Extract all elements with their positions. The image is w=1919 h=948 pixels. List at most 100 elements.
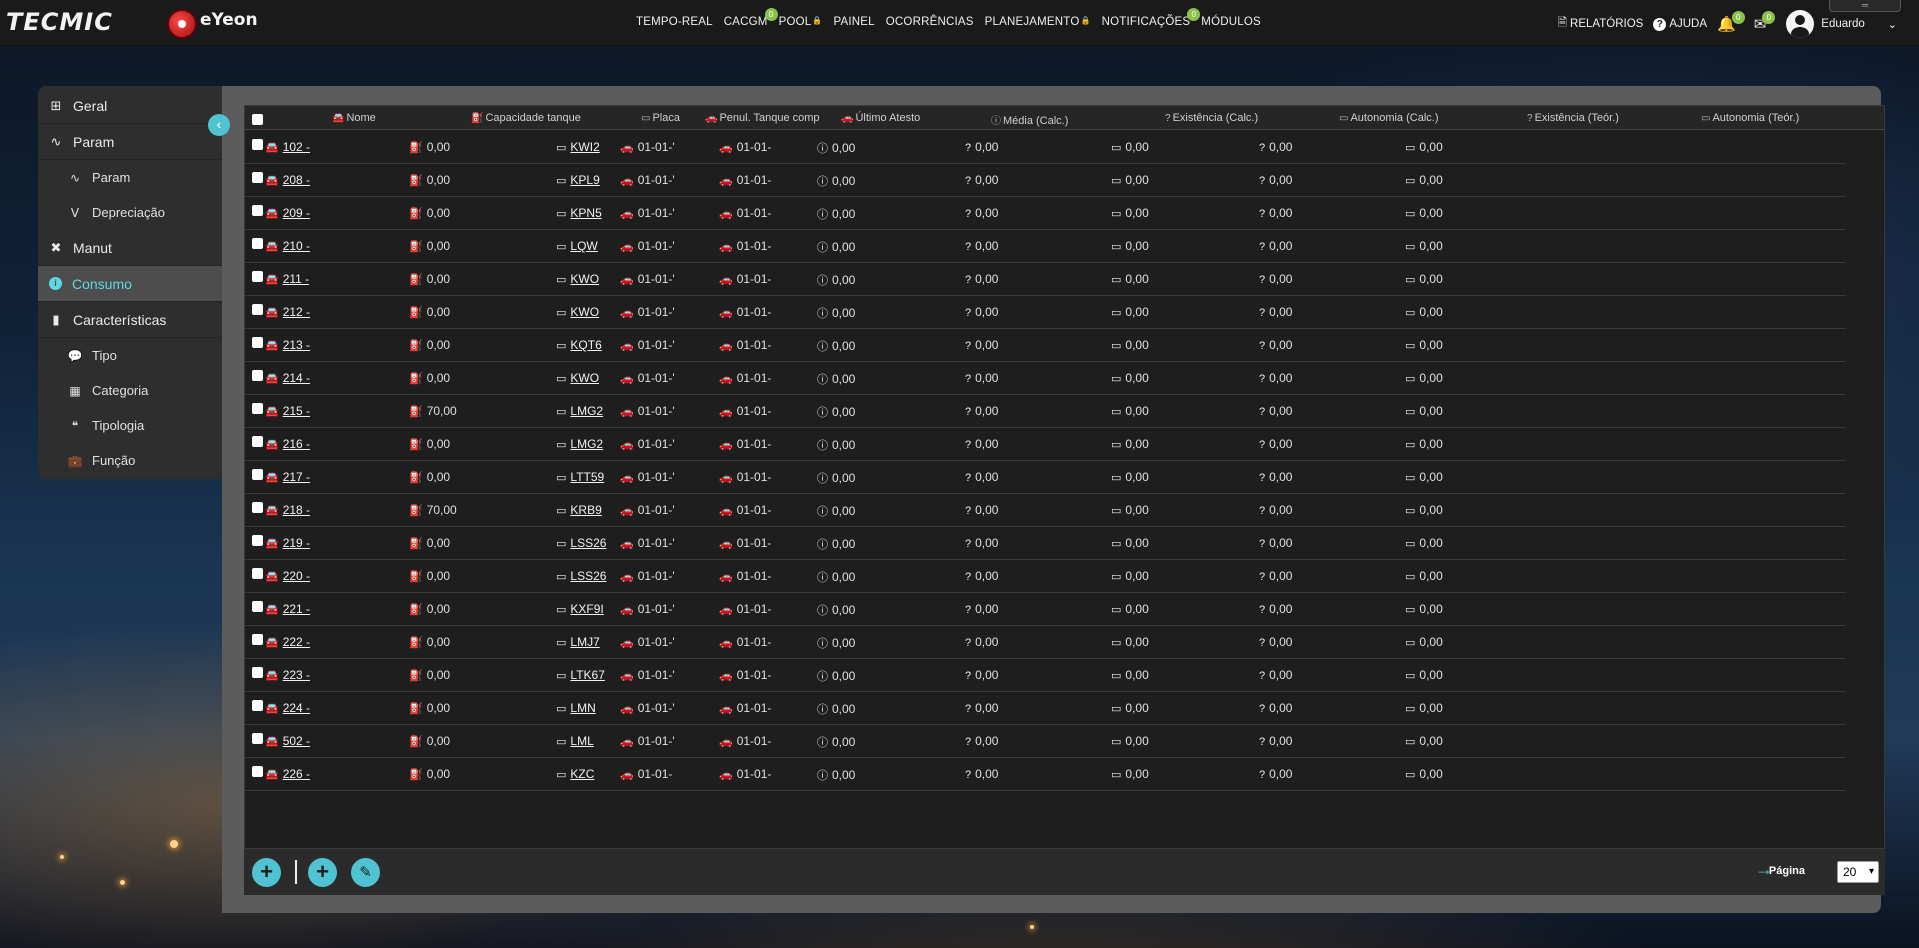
nav-notificacoes[interactable]: NOTIFICAÇÕES 0 bbox=[1102, 8, 1201, 28]
sidebar-item-caracteristicas[interactable]: ▮ Características bbox=[38, 302, 222, 338]
edit-button[interactable]: ✎ bbox=[351, 858, 380, 887]
column-header-penul[interactable]: 🚗 Penul. Tanque comp bbox=[705, 112, 820, 124]
cell-nome[interactable]: 🚘 213 - bbox=[265, 338, 310, 352]
cell-link[interactable]: 226 - bbox=[283, 767, 310, 781]
table-row[interactable]: 🚘 219 - ⛽ 0,00 ▭ LSS26 🚗 01-01-' 🚗 01-01- ⓘ 0,00? 0,… bbox=[245, 527, 1845, 560]
cell-link[interactable]: 224 - bbox=[283, 701, 310, 715]
row-checkbox[interactable] bbox=[252, 502, 263, 513]
cell-link[interactable]: LMN bbox=[570, 701, 595, 715]
cell-link[interactable]: 223 - bbox=[283, 668, 310, 682]
cell-link[interactable]: 220 - bbox=[283, 569, 310, 583]
cell-link[interactable]: KWO bbox=[570, 371, 599, 385]
cell-link[interactable]: 214 - bbox=[283, 371, 310, 385]
cell-link[interactable]: LSS26 bbox=[570, 536, 606, 550]
row-checkbox[interactable] bbox=[252, 700, 263, 711]
cell-link[interactable]: 209 - bbox=[283, 206, 310, 220]
cell-link[interactable]: KWO bbox=[570, 272, 599, 286]
sidebar-subitem-param[interactable]: ∿ Param bbox=[38, 160, 222, 195]
table-row[interactable]: 🚘 215 - ⛽ 70,00 ▭ LMG2 🚗 01-01-' 🚗 01-01- ⓘ 0,00? 0,… bbox=[245, 395, 1845, 428]
sidebar-subitem-categoria[interactable]: ▦ Categoria bbox=[38, 373, 222, 408]
table-row[interactable]: 🚘 212 - ⛽ 0,00 ▭ KWO 🚗 01-01-' 🚗 01-01- ⓘ 0,00? 0,00… bbox=[245, 296, 1845, 329]
cell-link[interactable]: LMG2 bbox=[570, 437, 603, 451]
cell-link[interactable]: KWO bbox=[570, 305, 599, 319]
table-row[interactable]: 🚘 223 - ⛽ 0,00 ▭ LTK67 🚗 01-01-' 🚗 01-01- ⓘ 0,00? 0,… bbox=[245, 659, 1845, 692]
table-row[interactable]: 🚘 208 - ⛽ 0,00 ▭ KPL9 🚗 01-01-' 🚗 01-01- ⓘ 0,00? 0,0… bbox=[245, 164, 1845, 197]
row-checkbox[interactable] bbox=[252, 172, 263, 183]
sidebar-item-geral[interactable]: ⊞ Geral bbox=[38, 88, 222, 124]
cell-nome[interactable]: 🚘 502 - bbox=[265, 734, 310, 748]
table-row[interactable]: 🚘 211 - ⛽ 0,00 ▭ KWO 🚗 01-01-' 🚗 01-01- ⓘ 0,00? 0,00… bbox=[245, 263, 1845, 296]
row-checkbox[interactable] bbox=[252, 568, 263, 579]
cell-nome[interactable]: 🚘 223 - bbox=[265, 668, 310, 682]
table-row[interactable]: 🚘 224 - ⛽ 0,00 ▭ LMN 🚗 01-01-' 🚗 01-01- ⓘ 0,00? 0,00… bbox=[245, 692, 1845, 725]
cell-link[interactable]: KPL9 bbox=[570, 173, 599, 187]
row-checkbox[interactable] bbox=[252, 238, 263, 249]
row-checkbox[interactable] bbox=[252, 271, 263, 282]
cell-link[interactable]: LSS26 bbox=[570, 569, 606, 583]
cell-link[interactable]: LML bbox=[570, 734, 593, 748]
sidebar-subitem-tipologia[interactable]: ❝ Tipologia bbox=[38, 408, 222, 443]
row-checkbox[interactable] bbox=[252, 205, 263, 216]
sidebar-subitem-funcao[interactable]: 💼 Função bbox=[38, 443, 222, 478]
cell-nome[interactable]: 🚘 214 - bbox=[265, 371, 310, 385]
column-header-nome[interactable]: 🚘 Nome bbox=[332, 112, 376, 124]
nav-modulos[interactable]: MÓDULOS bbox=[1201, 16, 1261, 28]
window-handle[interactable]: ═ bbox=[1829, 0, 1901, 12]
select-all-checkbox[interactable] bbox=[252, 114, 263, 125]
cell-link[interactable]: KZC bbox=[570, 767, 594, 781]
table-row[interactable]: 🚘 220 - ⛽ 0,00 ▭ LSS26 🚗 01-01-' 🚗 01-01- ⓘ 0,00? 0,… bbox=[245, 560, 1845, 593]
cell-link[interactable]: KPN5 bbox=[570, 206, 601, 220]
cell-link[interactable]: 215 - bbox=[283, 404, 310, 418]
notifications-bell[interactable]: 🔔 0 bbox=[1717, 11, 1745, 33]
column-header-existencia-calc[interactable]: ? Existência (Calc.) bbox=[1165, 112, 1258, 124]
cell-nome[interactable]: 🚘 222 - bbox=[265, 635, 310, 649]
cell-link[interactable]: LQW bbox=[570, 239, 597, 253]
cell-nome[interactable]: 🚘 221 - bbox=[265, 602, 310, 616]
cell-nome[interactable]: 🚘 211 - bbox=[265, 272, 309, 286]
collapse-sidebar-button[interactable]: ‹ bbox=[208, 114, 230, 136]
row-checkbox[interactable] bbox=[252, 766, 263, 777]
table-row[interactable]: 🚘 502 - ⛽ 0,00 ▭ LML 🚗 01-01-' 🚗 01-01- ⓘ 0,00? 0,00… bbox=[245, 725, 1845, 758]
row-checkbox[interactable] bbox=[252, 535, 263, 546]
nav-ocorrencias[interactable]: OCORRÊNCIAS bbox=[886, 16, 974, 28]
row-checkbox[interactable] bbox=[252, 601, 263, 612]
row-checkbox[interactable] bbox=[252, 469, 263, 480]
table-row[interactable]: 🚘 102 - ⛽ 0,00 ▭ KWI2 🚗 01-01-' 🚗 01-01- ⓘ 0,00? 0,0… bbox=[245, 131, 1845, 164]
add-button[interactable]: + bbox=[252, 858, 281, 887]
cell-nome[interactable]: 🚘 224 - bbox=[265, 701, 310, 715]
cell-link[interactable]: 213 - bbox=[283, 338, 310, 352]
cell-nome[interactable]: 🚘 218 - bbox=[265, 503, 310, 517]
row-checkbox[interactable] bbox=[252, 304, 263, 315]
cell-link[interactable]: LMG2 bbox=[570, 404, 603, 418]
cell-link[interactable]: KWI2 bbox=[570, 140, 599, 154]
sidebar-subitem-depreciacao[interactable]: ᐯ Depreciação bbox=[38, 195, 222, 230]
cell-link[interactable]: 218 - bbox=[283, 503, 310, 517]
cell-link[interactable]: 211 - bbox=[283, 272, 309, 286]
cell-nome[interactable]: 🚘 220 - bbox=[265, 569, 310, 583]
cell-nome[interactable]: 🚘 212 - bbox=[265, 305, 310, 319]
column-header-capacidade[interactable]: ⛽ Capacidade tanque bbox=[471, 112, 581, 124]
tecmic-logo[interactable]: TECMIC bbox=[6, 8, 113, 36]
cell-link[interactable]: 217 - bbox=[283, 470, 310, 484]
user-menu[interactable]: Eduardo ⌄ bbox=[1786, 10, 1897, 38]
column-header-autonomia-teor[interactable]: ▭ Autonomia (Teór.) bbox=[1701, 112, 1799, 124]
messages-button[interactable]: ✉ 0 bbox=[1754, 11, 1776, 33]
cell-nome[interactable]: 🚘 102 - bbox=[265, 140, 310, 154]
cell-link[interactable]: 102 - bbox=[283, 140, 310, 154]
cell-link[interactable]: 212 - bbox=[283, 305, 310, 319]
nav-planejamento[interactable]: PLANEJAMENTO🔒 bbox=[985, 16, 1091, 28]
table-row[interactable]: 🚘 222 - ⛽ 0,00 ▭ LMJ7 🚗 01-01-' 🚗 01-01- ⓘ 0,00? 0,0… bbox=[245, 626, 1845, 659]
table-row[interactable]: 🚘 209 - ⛽ 0,00 ▭ KPN5 🚗 01-01-' 🚗 01-01- ⓘ 0,00? 0,0… bbox=[245, 197, 1845, 230]
cell-link[interactable]: 502 - bbox=[283, 734, 310, 748]
row-checkbox[interactable] bbox=[252, 733, 263, 744]
add-secondary-button[interactable]: + bbox=[308, 858, 337, 887]
cell-nome[interactable]: 🚘 216 - bbox=[265, 437, 310, 451]
table-row[interactable]: 🚘 217 - ⛽ 0,00 ▭ LTT59 🚗 01-01-' 🚗 01-01- ⓘ 0,00? 0,… bbox=[245, 461, 1845, 494]
cell-link[interactable]: LTK67 bbox=[570, 668, 604, 682]
column-header-autonomia-calc[interactable]: ▭ Autonomia (Calc.) bbox=[1339, 112, 1439, 124]
table-row[interactable]: 🚘 218 - ⛽ 70,00 ▭ KRB9 🚗 01-01-' 🚗 01-01- ⓘ 0,00? 0,… bbox=[245, 494, 1845, 527]
nav-pool[interactable]: POOL🔒 bbox=[779, 16, 823, 28]
help-link[interactable]: ? AJUDA bbox=[1653, 17, 1707, 31]
nav-cacgm[interactable]: CACGM 0 bbox=[724, 8, 778, 28]
sidebar-item-manut[interactable]: ✖ Manut bbox=[38, 230, 222, 266]
